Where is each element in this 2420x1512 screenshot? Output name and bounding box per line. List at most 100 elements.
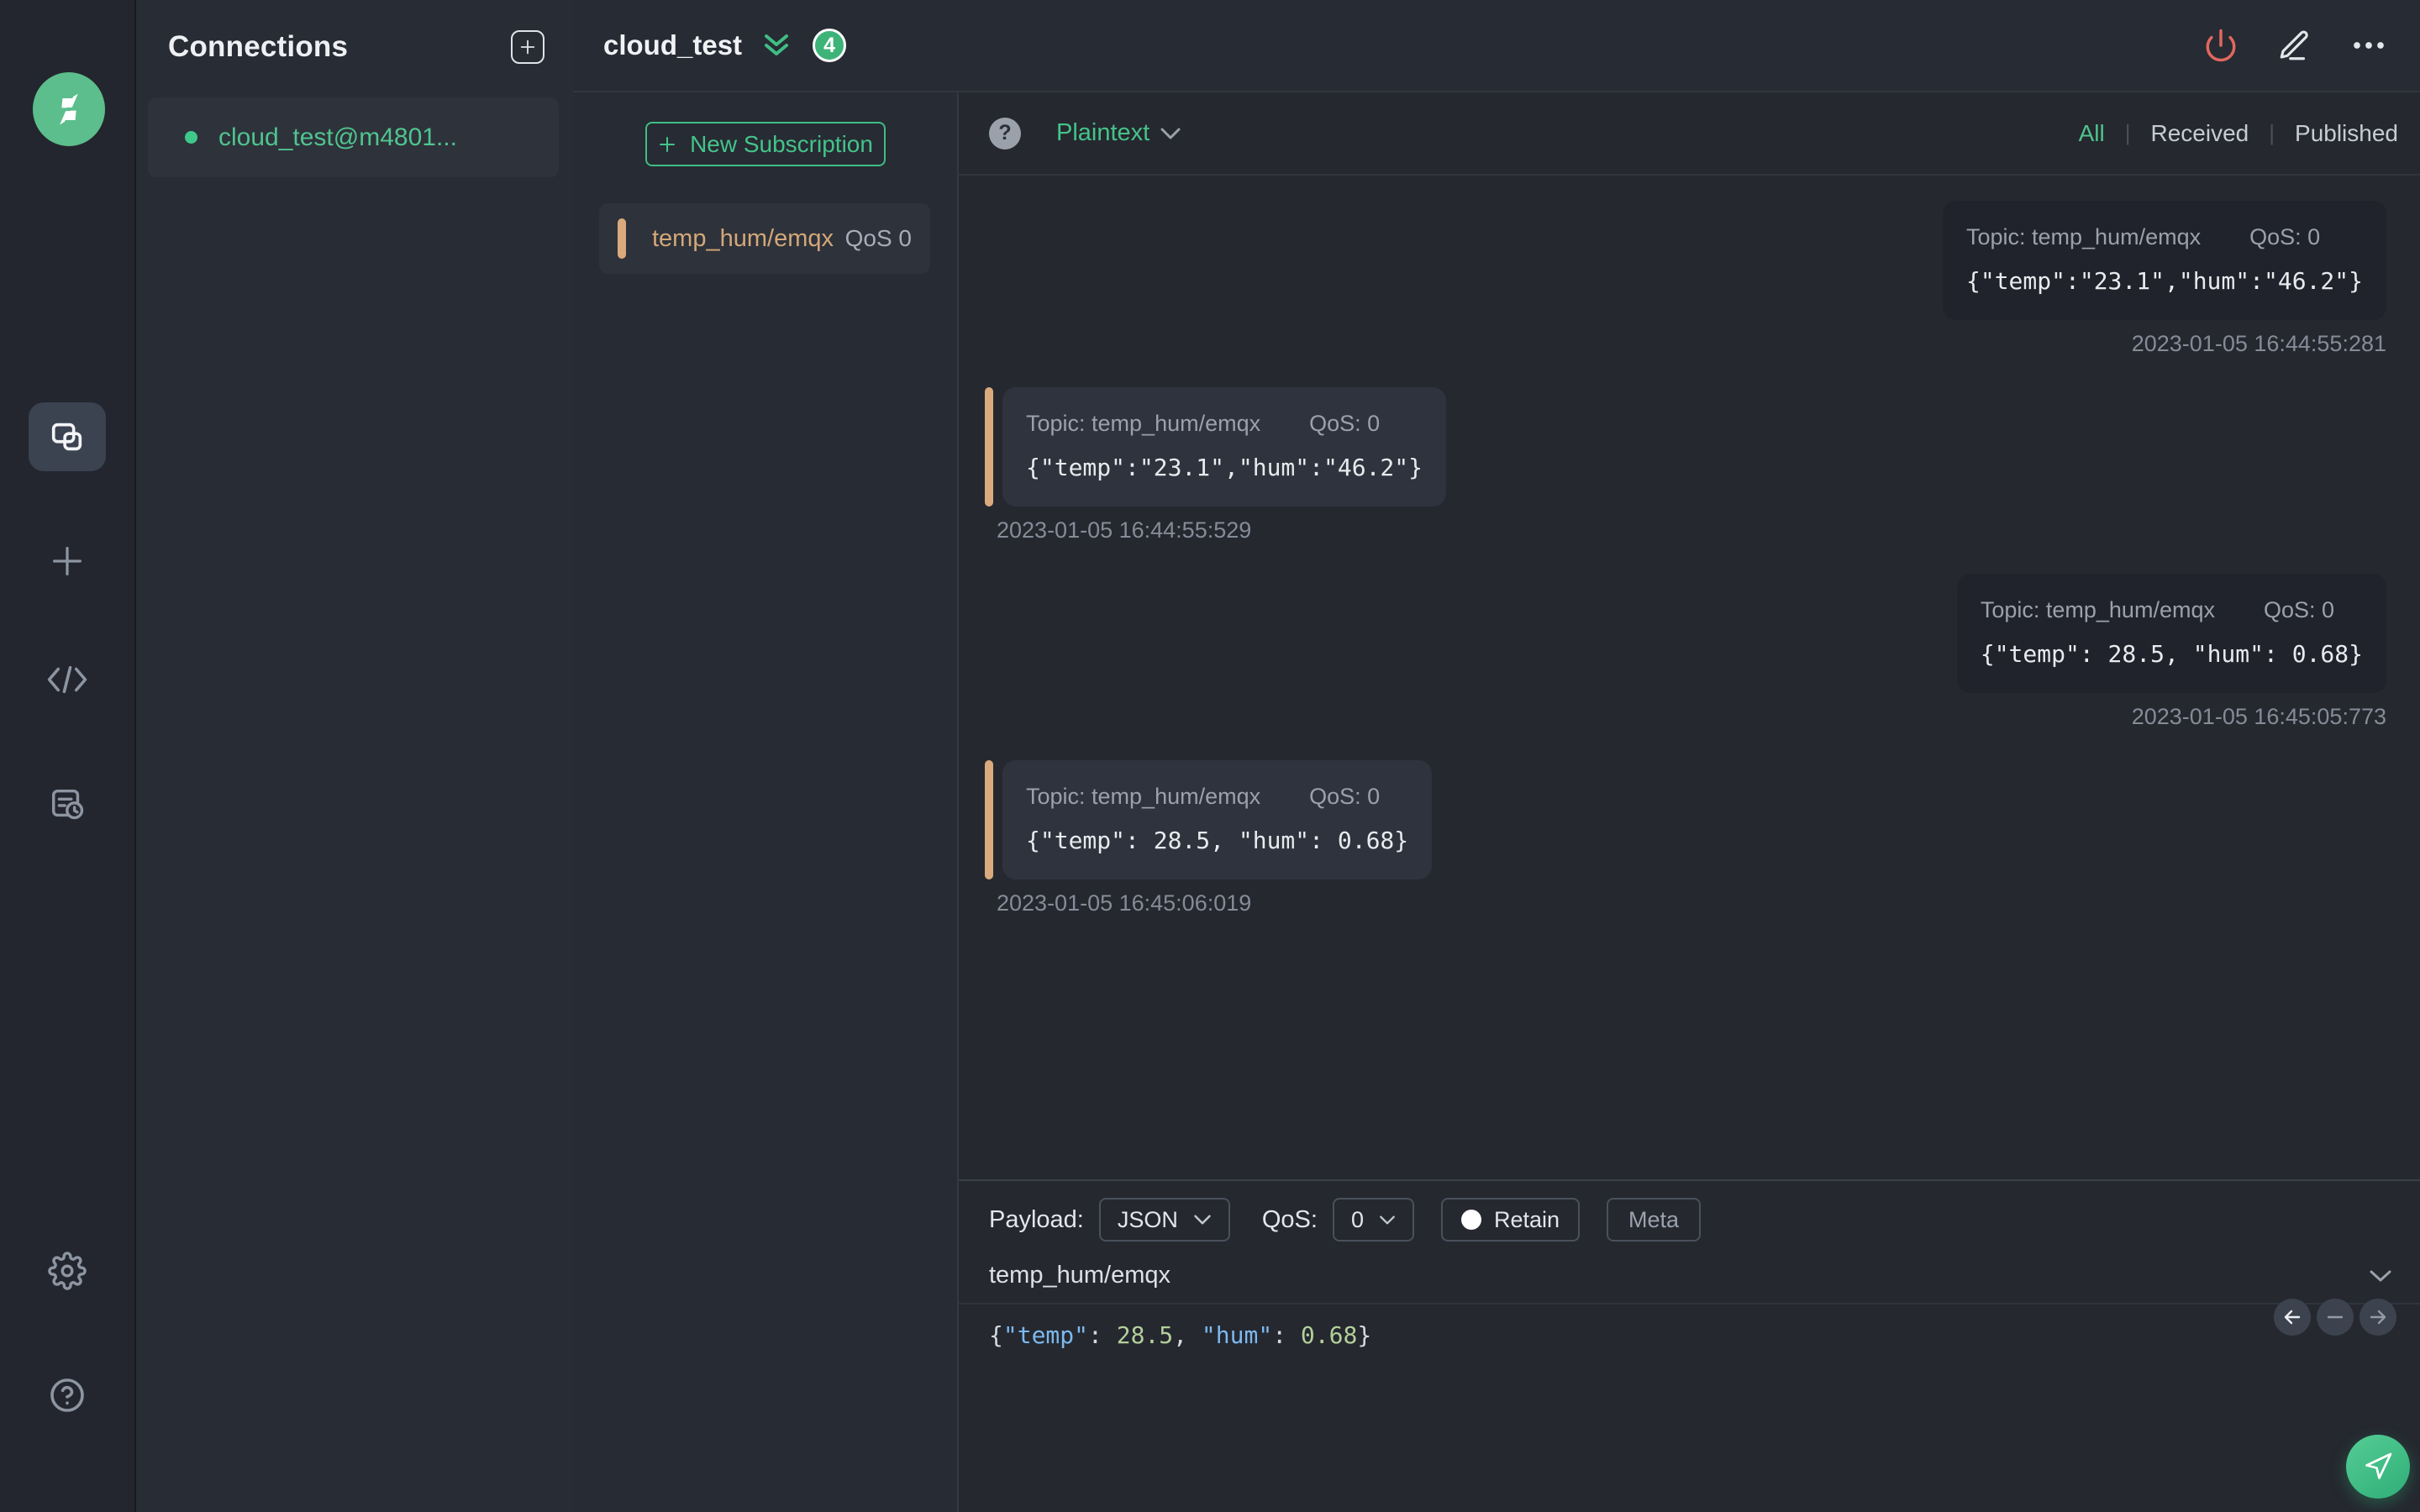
payload-token: } [1357, 1321, 1372, 1349]
payload-token: "hum" [1201, 1321, 1273, 1349]
more-options-button[interactable] [2351, 28, 2386, 63]
log-icon [48, 785, 87, 824]
payload-format-value: JSON [1117, 1206, 1178, 1232]
history-navigation [2274, 1299, 2396, 1336]
message-filters: All | Received | Published [2078, 119, 2398, 147]
publish-topic-input[interactable]: temp_hum/emqx [989, 1262, 1171, 1289]
connection-list-item[interactable]: cloud_test@m4801... [148, 97, 559, 177]
connected-status-dot [185, 131, 197, 144]
messages-column: ? Plaintext All | Received | Published T… [959, 92, 2420, 1512]
received-message: Topic: temp_hum/emqx QoS: 0 {"temp": 28.… [985, 760, 2386, 916]
history-next-button[interactable] [2360, 1299, 2396, 1336]
meta-label: Meta [1628, 1206, 1680, 1232]
filter-received[interactable]: Received [2151, 120, 2249, 147]
connections-icon [48, 417, 87, 456]
sidebar-item-connections[interactable] [29, 402, 106, 471]
sidebar-item-log[interactable] [48, 785, 87, 824]
settings-icon [48, 1252, 87, 1290]
message-topic: Topic: temp_hum/emqx [1965, 224, 2202, 249]
connections-panel: Connections cloud_test@m4801... [136, 0, 573, 1512]
connection-header: cloud_test 4 [573, 0, 2420, 92]
payload-token: : [1088, 1321, 1117, 1349]
message-payload: {"temp":"23.1","hum":"46.2"} [1026, 454, 1423, 481]
subscription-item[interactable]: temp_hum/emqx QoS 0 [599, 203, 930, 274]
message-card[interactable]: Topic: temp_hum/emqx QoS: 0 {"temp": 28.… [1956, 574, 2386, 693]
message-qos: QoS: 0 [1309, 411, 1381, 436]
collapse-editor-icon[interactable] [2368, 1268, 2393, 1284]
collapse-connection-icon[interactable] [762, 32, 791, 59]
message-topic: Topic: temp_hum/emqx [1026, 784, 1261, 809]
sidebar-item-settings[interactable] [48, 1252, 87, 1290]
filter-all[interactable]: All [2079, 120, 2105, 147]
publish-payload-editor[interactable]: {"temp": 28.5, "hum": 0.68} [959, 1305, 2420, 1367]
history-clear-button[interactable] [2317, 1299, 2354, 1336]
payload-token: { [989, 1321, 1003, 1349]
sidebar-item-new-connection[interactable] [48, 542, 87, 580]
filter-published[interactable]: Published [2295, 120, 2398, 147]
payload-token: 28.5 [1116, 1321, 1174, 1349]
publish-panel: Payload: JSON QoS: 0 Retain Meta temp_hu… [959, 1179, 2420, 1512]
new-connection-icon [48, 542, 87, 580]
messages-toolbar: ? Plaintext All | Received | Published [959, 92, 2420, 176]
message-list: Topic: temp_hum/emqx QoS: 0 {"temp":"23.… [959, 176, 2420, 1179]
sidebar-item-help[interactable] [47, 1375, 87, 1415]
new-subscription-label: New Subscription [690, 130, 873, 157]
help-icon [47, 1375, 87, 1415]
chevron-down-icon [1193, 1214, 1212, 1226]
edit-connection-button[interactable] [2277, 28, 2312, 63]
received-color-bar [985, 387, 993, 507]
disconnect-button[interactable] [2203, 28, 2238, 63]
message-qos: QoS: 0 [2249, 224, 2321, 249]
message-topic: Topic: temp_hum/emqx [1026, 411, 1261, 436]
mqttx-app-window: Connections cloud_test@m4801... cloud_te… [0, 0, 2420, 1512]
payload-token: "temp" [1002, 1321, 1089, 1349]
payload-format-select[interactable]: JSON [1098, 1198, 1230, 1242]
message-card[interactable]: Topic: temp_hum/emqx QoS: 0 {"temp":"23.… [1942, 201, 2386, 320]
power-icon [2203, 28, 2238, 63]
message-card[interactable]: Topic: temp_hum/emqx QoS: 0 {"temp":"23.… [1002, 387, 1447, 507]
chevron-down-icon [1379, 1215, 1396, 1226]
icon-sidebar [0, 0, 136, 1512]
plus-icon [518, 38, 537, 56]
script-icon [46, 662, 88, 697]
connection-name: cloud_test@m4801... [218, 123, 457, 151]
payload-token: : [1272, 1321, 1301, 1349]
message-payload: {"temp": 28.5, "hum": 0.68} [1980, 640, 2363, 668]
payload-help-icon[interactable]: ? [989, 117, 1021, 150]
message-timestamp: 2023-01-05 16:45:05:773 [2131, 704, 2386, 729]
connections-title: Connections [168, 30, 349, 63]
message-timestamp: 2023-01-05 16:44:55:529 [997, 517, 1252, 543]
published-message: Topic: temp_hum/emqx QoS: 0 {"temp":"23.… [985, 201, 2386, 357]
sidebar-item-script[interactable] [46, 662, 88, 697]
message-count-badge: 4 [813, 29, 847, 62]
main-panel: cloud_test 4 New Subscription temp_hum/e… [573, 0, 2420, 1512]
qos-select[interactable]: 0 [1332, 1198, 1414, 1242]
message-payload: {"temp": 28.5, "hum": 0.68} [1026, 827, 1409, 854]
subscription-color-bar [618, 218, 626, 259]
message-format-select[interactable]: Plaintext [1056, 119, 1181, 147]
plus-icon [657, 134, 677, 155]
subscription-topic: temp_hum/emqx [652, 224, 834, 252]
received-message: Topic: temp_hum/emqx QoS: 0 {"temp":"23.… [985, 387, 2386, 543]
message-payload: {"temp":"23.1","hum":"46.2"} [1965, 267, 2363, 295]
message-card[interactable]: Topic: temp_hum/emqx QoS: 0 {"temp": 28.… [1002, 760, 1433, 879]
new-subscription-button[interactable]: New Subscription [644, 122, 886, 166]
meta-button[interactable]: Meta [1607, 1198, 1702, 1242]
mqttx-logo [33, 72, 105, 146]
subscriptions-column: New Subscription temp_hum/emqx QoS 0 [573, 92, 959, 1512]
history-prev-button[interactable] [2274, 1299, 2311, 1336]
connection-title: cloud_test [603, 29, 743, 60]
add-connection-button[interactable] [511, 30, 544, 64]
published-message: Topic: temp_hum/emqx QoS: 0 {"temp": 28.… [985, 574, 2386, 730]
qos-value: 0 [1350, 1206, 1364, 1232]
message-topic: Topic: temp_hum/emqx [1980, 597, 2215, 622]
retain-label: Retain [1494, 1206, 1560, 1232]
retain-toggle[interactable]: Retain [1441, 1198, 1581, 1242]
message-format-value: Plaintext [1056, 119, 1150, 146]
message-qos: QoS: 0 [1309, 784, 1381, 809]
message-qos: QoS: 0 [2263, 597, 2335, 622]
retain-dot-icon [1461, 1210, 1481, 1230]
payload-token: 0.68 [1300, 1321, 1358, 1349]
send-message-button[interactable] [2346, 1435, 2410, 1499]
message-timestamp: 2023-01-05 16:44:55:281 [2131, 331, 2386, 356]
